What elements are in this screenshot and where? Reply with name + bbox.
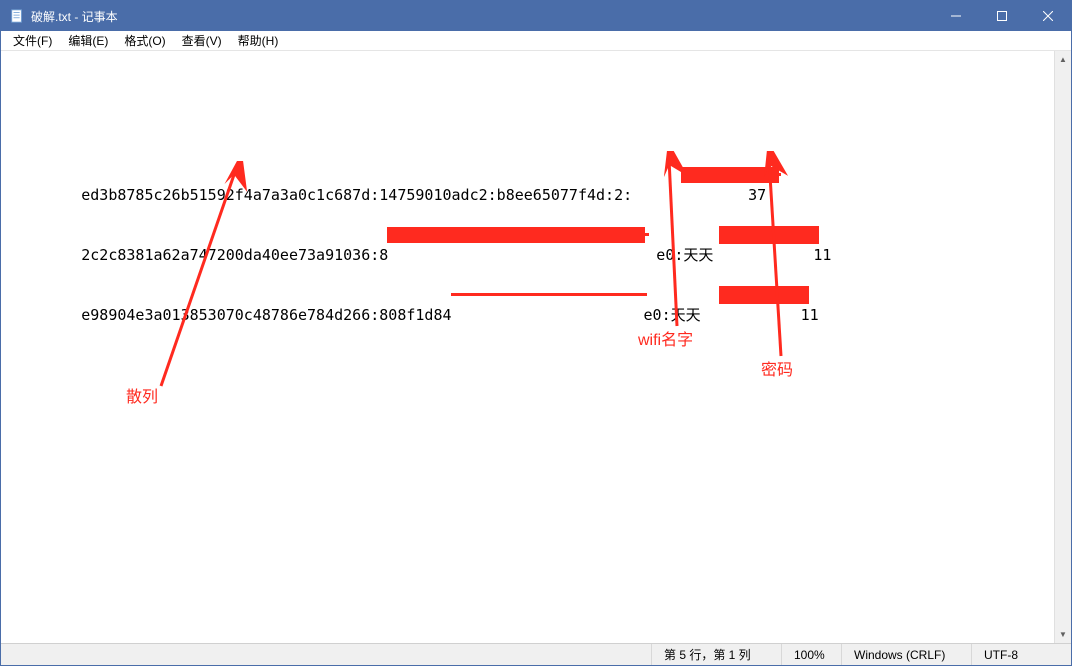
status-line-ending: Windows (CRLF): [841, 644, 971, 665]
redaction: [451, 293, 647, 296]
window-title: 破解.txt - 记事本: [31, 8, 933, 25]
line1-tail: 37: [748, 186, 766, 204]
statusbar: 第 5 行，第 1 列 100% Windows (CRLF) UTF-8: [1, 643, 1071, 665]
minimize-button[interactable]: [933, 1, 979, 31]
annotation-hash: 散列: [126, 388, 158, 408]
vertical-scrollbar[interactable]: ▲ ▼: [1054, 51, 1071, 643]
window-controls: [933, 1, 1071, 31]
text-line-1: ed3b8785c26b51592f4a7a3a0c1c687d:1475901…: [9, 165, 1046, 185]
content-area: ed3b8785c26b51592f4a7a3a0c1c687d:1475901…: [1, 51, 1071, 643]
scroll-up-icon[interactable]: ▲: [1055, 51, 1071, 68]
status-zoom: 100%: [781, 644, 841, 665]
line1-hash: ed3b8785c26b51592f4a7a3a0c1c687d:1475901…: [81, 186, 632, 204]
redaction: [387, 227, 645, 243]
status-encoding: UTF-8: [971, 644, 1071, 665]
line2-mid: e0:天天: [656, 246, 713, 264]
scroll-track[interactable]: [1055, 68, 1071, 626]
redaction: [719, 286, 809, 304]
line3-mid: e0:天天: [644, 306, 701, 324]
annotation-password: 密码: [761, 361, 793, 381]
line2-hash: 2c2c8381a62a747200da40ee73a91036:8: [81, 246, 388, 264]
notepad-window: 破解.txt - 记事本 文件(F) 编辑(E) 格式(O) 查看(V) 帮助(…: [0, 0, 1072, 666]
menu-format[interactable]: 格式(O): [116, 30, 173, 51]
redaction: [681, 167, 779, 183]
close-button[interactable]: [1025, 1, 1071, 31]
menu-file[interactable]: 文件(F): [5, 30, 60, 51]
line3-hash: e98904e3a013853070c48786e784d266:808f1d8…: [81, 306, 451, 324]
line3-tail: 11: [801, 306, 819, 324]
scroll-down-icon[interactable]: ▼: [1055, 626, 1071, 643]
text-line-2: 2c2c8381a62a747200da40ee73a91036:8e0:天天1…: [9, 225, 1046, 245]
status-position: 第 5 行，第 1 列: [651, 644, 781, 665]
text-editor[interactable]: ed3b8785c26b51592f4a7a3a0c1c687d:1475901…: [1, 51, 1054, 643]
notepad-icon: [9, 8, 25, 24]
menu-view[interactable]: 查看(V): [174, 30, 230, 51]
maximize-button[interactable]: [979, 1, 1025, 31]
annotation-wifi: wifi名字: [638, 331, 693, 351]
menubar: 文件(F) 编辑(E) 格式(O) 查看(V) 帮助(H): [1, 31, 1071, 51]
text-line-3: e98904e3a013853070c48786e784d266:808f1d8…: [9, 285, 1046, 305]
line2-tail: 11: [813, 246, 831, 264]
menu-edit[interactable]: 编辑(E): [60, 30, 116, 51]
redaction: [719, 226, 819, 244]
titlebar: 破解.txt - 记事本: [1, 1, 1071, 31]
menu-help[interactable]: 帮助(H): [230, 30, 287, 51]
